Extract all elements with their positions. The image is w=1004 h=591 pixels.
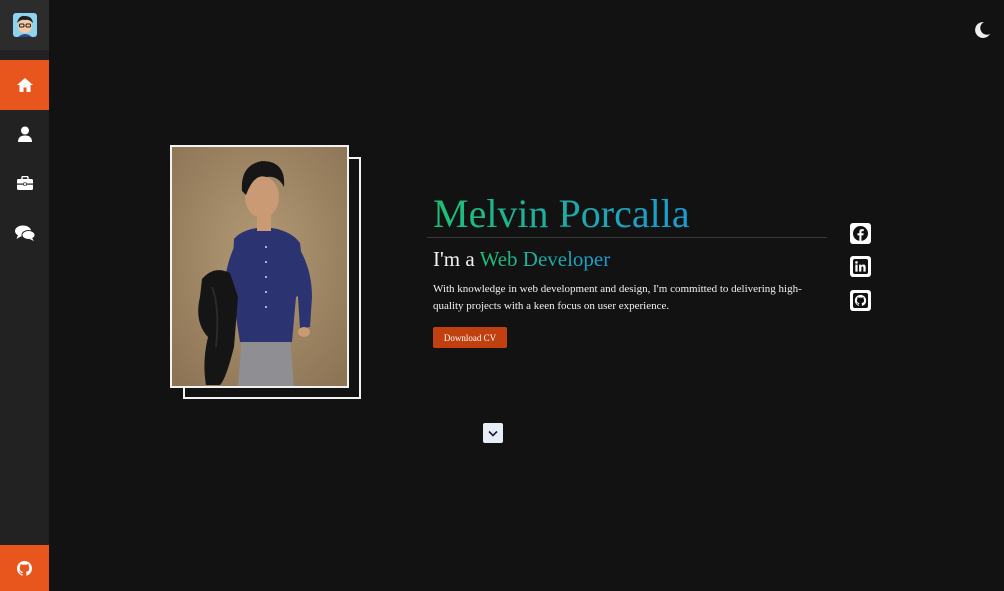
sidebar-avatar[interactable] [0,0,49,50]
sidebar-item-about[interactable] [0,109,49,159]
sidebar [0,0,49,591]
sidebar-item-home[interactable] [0,60,49,110]
download-cv-button[interactable]: Download CV [433,327,507,348]
sidebar-github-link[interactable] [0,545,49,591]
facebook-icon [853,226,868,241]
sidebar-item-portfolio[interactable] [0,158,49,208]
chat-icon [14,225,35,241]
github-link[interactable] [850,290,871,311]
scroll-down-button[interactable] [483,423,503,443]
hero-name: Melvin Porcalla [433,191,690,236]
theme-toggle[interactable] [970,18,994,42]
page: Melvin Porcalla I'm a Web Developer With… [0,0,1004,591]
home-icon [16,78,33,92]
github-icon [17,560,32,576]
portrait-illustration [172,147,347,386]
hero-role-title: Web Developer [479,247,611,271]
github-icon [853,293,868,308]
sidebar-item-contact[interactable] [0,208,49,258]
briefcase-icon [16,176,33,190]
hero-description: With knowledge in web development and de… [433,283,802,312]
user-icon [17,126,32,142]
hero-divider [427,237,827,238]
avatar-icon [12,13,37,37]
moon-icon [975,21,990,38]
linkedin-link[interactable] [850,256,871,277]
profile-photo [170,145,349,388]
hero-role-prefix: I'm a [433,247,480,271]
linkedin-icon [853,259,868,274]
chevron-down-icon [488,430,498,437]
hero-role: I'm a Web Developer [433,246,610,272]
facebook-link[interactable] [850,223,871,244]
